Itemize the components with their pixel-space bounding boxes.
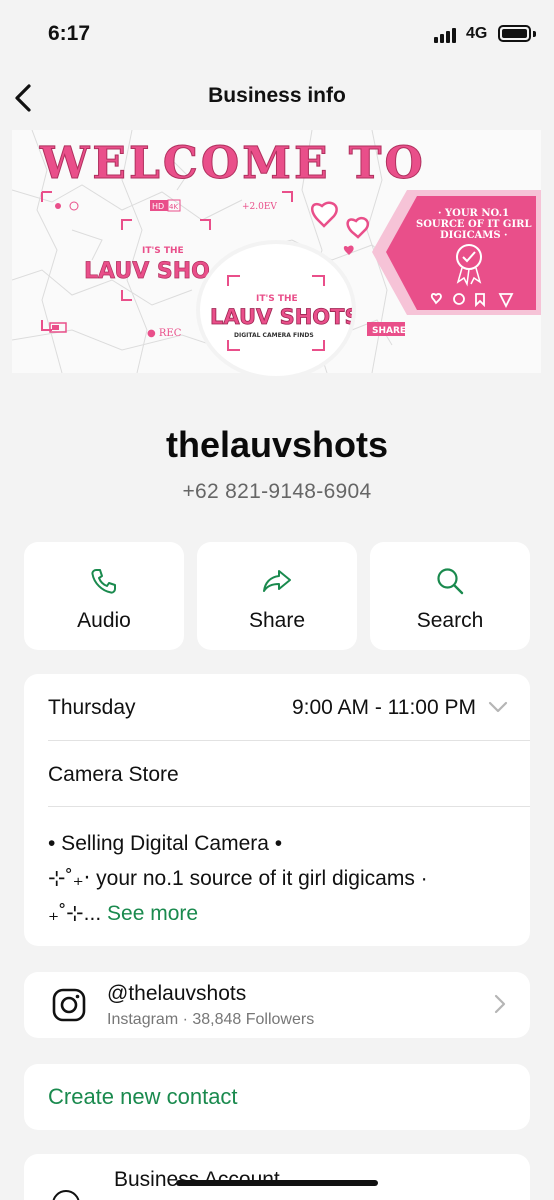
network-type: 4G <box>466 25 488 42</box>
instagram-icon <box>52 988 86 1022</box>
hud-rec: ● REC <box>147 328 182 339</box>
audio-label: Audio <box>77 609 131 632</box>
badge-line-2: SOURCE OF IT GIRL <box>416 219 531 230</box>
avatar[interactable]: IT'S THE LAUV SHOTS DIGITAL CAMERA FINDS <box>196 240 356 380</box>
hours-time: 9:00 AM - 11:00 PM <box>291 696 476 719</box>
chevron-down-icon <box>488 701 508 713</box>
hud-share: SHARE <box>372 326 406 336</box>
profile-name: thelauvshots <box>165 424 389 465</box>
business-hours-row[interactable]: Thursday 9:00 AM - 11:00 PM <box>24 674 530 740</box>
profile-phone: +62 821-9148-6904 <box>182 480 372 503</box>
desc-line-3: ₊˚⊹... <box>48 902 102 925</box>
badge-line-1: · YOUR NO.1 <box>438 208 509 219</box>
desc-line-2: ⊹˚₊‧ your no.1 source of it girl digicam… <box>48 867 428 890</box>
instagram-handle: @thelauvshots <box>107 982 247 1005</box>
search-icon <box>437 568 464 595</box>
hud-hd: HD <box>152 202 164 211</box>
phone-icon <box>91 569 116 594</box>
audio-call-button[interactable]: Audio <box>24 542 184 650</box>
battery-nub <box>533 31 536 37</box>
create-contact-label: Create new contact <box>48 1084 238 1109</box>
divider <box>48 806 530 807</box>
cover-headline: WELCOME TO <box>39 138 426 189</box>
status-bar: 6:17 4G <box>0 0 554 64</box>
svg-text:IT'S THE: IT'S THE <box>142 246 184 256</box>
share-label: Share <box>248 609 306 632</box>
svg-text:LAUV SHO: LAUV SHO <box>84 259 210 284</box>
search-button[interactable]: Search <box>370 542 530 650</box>
chevron-right-icon <box>494 994 506 1014</box>
business-info-card: Thursday 9:00 AM - 11:00 PM Camera Store… <box>24 674 530 946</box>
hours-day: Thursday <box>48 696 136 719</box>
share-button[interactable]: Share <box>197 542 357 650</box>
divider <box>48 740 530 741</box>
home-indicator[interactable] <box>176 1180 378 1186</box>
see-more-link[interactable]: See more <box>107 902 198 925</box>
desc-line-1: • Selling Digital Camera • <box>48 832 283 855</box>
instagram-subtitle: Instagram · 38,848 Followers <box>107 1011 315 1028</box>
status-time: 6:17 <box>48 22 91 45</box>
hud-ev: +2.0EV <box>242 202 277 212</box>
action-buttons: Audio Share Search <box>24 542 530 652</box>
brand-logo: IT'S THE LAUV SHOTS DIGITAL CAMERA FINDS <box>210 275 352 351</box>
hud-4k: 4K <box>169 203 178 211</box>
page-title: Business info <box>208 84 346 107</box>
battery-icon <box>498 25 531 42</box>
business-category: Camera Store <box>48 763 179 786</box>
instagram-row[interactable]: @thelauvshots Instagram · 38,848 Followe… <box>24 972 530 1038</box>
badge-line-3: DIGICAMS · <box>440 230 508 241</box>
business-account-row[interactable]: Business Account <box>24 1154 530 1200</box>
signal-icon <box>434 27 458 43</box>
share-arrow-icon <box>263 570 291 592</box>
business-description: • Selling Digital Camera • ⊹˚₊‧ your no.… <box>48 826 518 931</box>
brand-main: LAUV SHOTS <box>210 305 352 329</box>
brand-tagline: DIGITAL CAMERA FINDS <box>234 332 314 339</box>
create-contact-button[interactable]: Create new contact <box>24 1064 530 1130</box>
nav-bar: Business info <box>0 72 554 124</box>
search-label: Search <box>416 609 484 632</box>
brand-top: IT'S THE <box>256 294 298 304</box>
info-icon <box>52 1190 80 1200</box>
